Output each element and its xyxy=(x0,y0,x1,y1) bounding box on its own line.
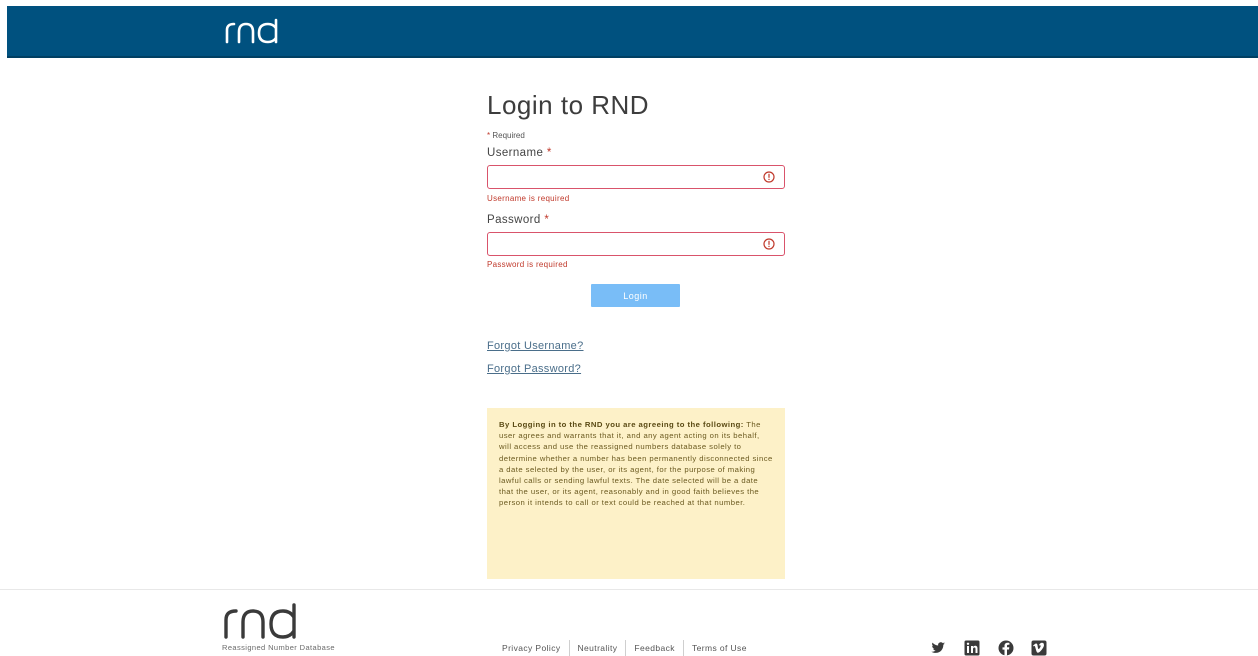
footer-tagline: Reassigned Number Database xyxy=(222,643,335,652)
required-star: * xyxy=(487,131,491,140)
twitter-icon[interactable] xyxy=(930,640,946,656)
required-note: * Required xyxy=(487,131,525,140)
footer-separator xyxy=(625,640,627,656)
linkedin-icon[interactable] xyxy=(964,640,980,656)
neutrality-link[interactable]: Neutrality xyxy=(578,643,618,653)
top-header xyxy=(7,6,1258,58)
error-alert-icon xyxy=(763,238,775,250)
username-label: Username * xyxy=(487,147,552,159)
username-required-star: * xyxy=(546,147,552,159)
facebook-icon[interactable] xyxy=(998,640,1014,656)
feedback-link[interactable]: Feedback xyxy=(634,643,675,653)
password-error: Password is required xyxy=(487,260,568,269)
rnd-logo[interactable] xyxy=(223,18,283,44)
forgot-password-link[interactable]: Forgot Password? xyxy=(487,363,581,375)
agreement-notice: By Logging in to the RND you are agreein… xyxy=(487,408,785,579)
password-required-star: * xyxy=(544,214,550,226)
error-alert-icon xyxy=(763,171,775,183)
agreement-body: The user agrees and warrants that it, an… xyxy=(499,420,773,508)
footer-links: Privacy Policy Neutrality Feedback Terms… xyxy=(502,640,747,656)
login-button[interactable]: Login xyxy=(591,284,680,307)
page-title: Login to RND xyxy=(487,90,650,120)
footer-separator xyxy=(568,640,570,656)
agreement-lead: By Logging in to the RND you are agreein… xyxy=(499,420,744,429)
password-field-wrapper xyxy=(487,232,785,256)
privacy-policy-link[interactable]: Privacy Policy xyxy=(502,643,561,653)
forgot-username-link[interactable]: Forgot Username? xyxy=(487,340,584,352)
password-label-text: Password xyxy=(487,214,541,226)
required-note-text: Required xyxy=(492,131,525,140)
footer-separator xyxy=(682,640,684,656)
vimeo-icon[interactable] xyxy=(1031,640,1047,656)
username-error: Username is required xyxy=(487,194,570,203)
password-input[interactable] xyxy=(494,234,754,254)
terms-of-use-link[interactable]: Terms of Use xyxy=(692,643,747,653)
username-input[interactable] xyxy=(494,167,754,187)
password-label: Password * xyxy=(487,214,549,226)
username-field-wrapper xyxy=(487,165,785,189)
footer-rnd-logo[interactable] xyxy=(222,603,302,639)
footer-divider xyxy=(0,589,1258,590)
username-label-text: Username xyxy=(487,147,544,159)
